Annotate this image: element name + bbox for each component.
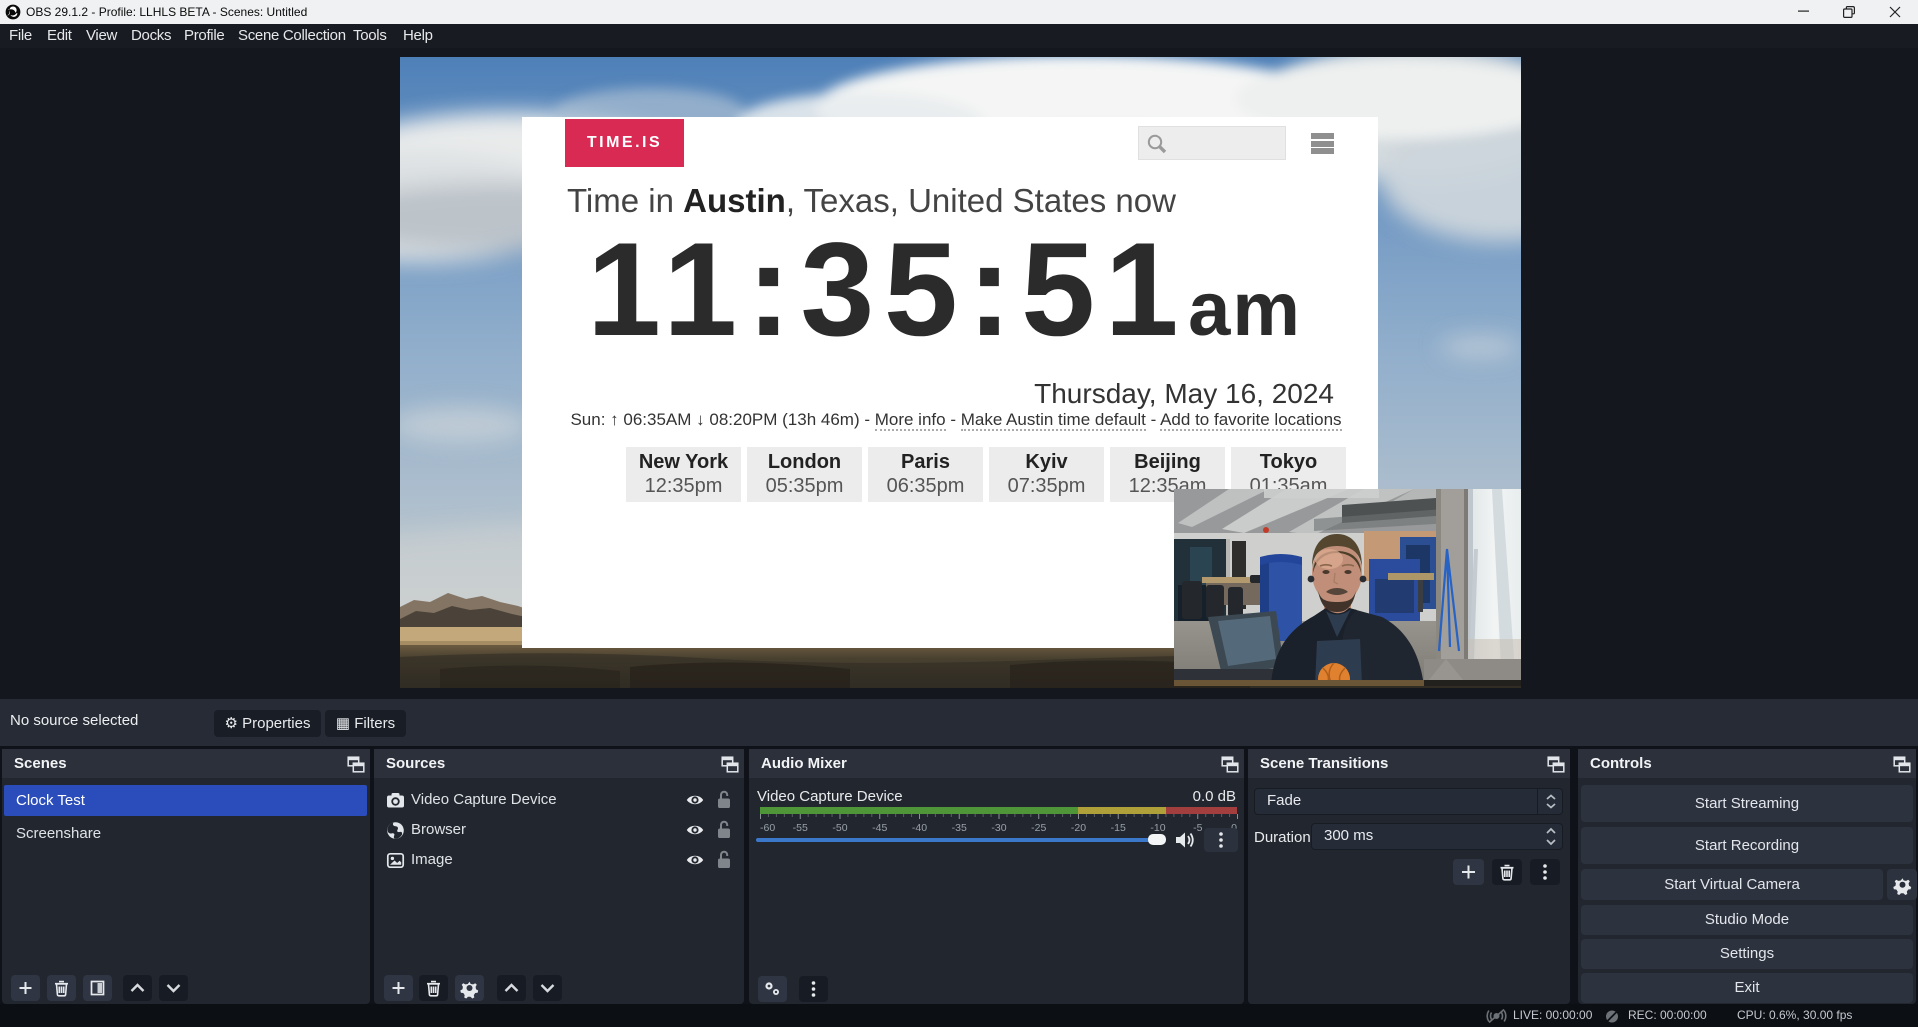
svg-text:-10: -10 — [1150, 822, 1165, 834]
svg-text:-40: -40 — [912, 822, 927, 834]
svg-text:-20: -20 — [1071, 822, 1086, 834]
svg-text:-45: -45 — [872, 822, 887, 834]
svg-text:-35: -35 — [952, 822, 967, 834]
svg-text:-25: -25 — [1031, 822, 1046, 834]
svg-text:-30: -30 — [991, 822, 1006, 834]
svg-text:-60: -60 — [760, 822, 775, 834]
svg-text:-50: -50 — [832, 822, 847, 834]
svg-text:-55: -55 — [793, 822, 808, 834]
svg-text:-15: -15 — [1111, 822, 1126, 834]
